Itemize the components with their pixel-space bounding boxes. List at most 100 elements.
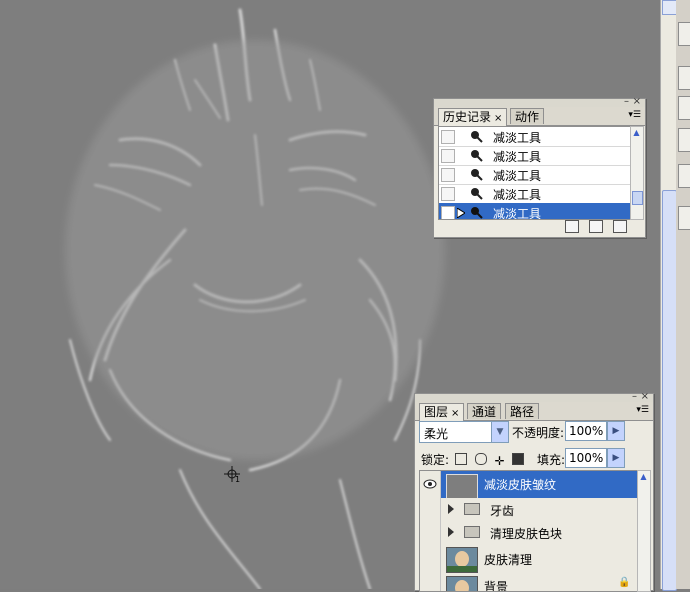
layer-thumbnail	[446, 547, 478, 573]
layer-row[interactable]: 背景 🔒	[420, 573, 638, 591]
toolbar-button-6[interactable]	[678, 206, 690, 230]
lock-options: ✛	[455, 451, 528, 468]
history-source-checkbox[interactable]	[441, 130, 455, 144]
toolbar-button-3[interactable]	[678, 96, 690, 120]
tab-history[interactable]: 历史记录 ×	[438, 108, 508, 126]
layer-list: 减淡皮肤皱纹 牙齿 清理皮肤色块 皮肤清理 背景 🔒	[419, 470, 639, 592]
lock-label: 锁定:	[421, 453, 450, 467]
close-button[interactable]: ×	[641, 391, 649, 402]
tab-actions[interactable]: 动作	[510, 108, 545, 124]
panel-menu-icon[interactable]: ▾☰	[636, 405, 649, 415]
tab-history-label: 历史记录	[443, 110, 492, 124]
tab-close-icon[interactable]: ×	[451, 408, 459, 419]
minimize-button[interactable]: –	[624, 96, 629, 107]
dodge-tool-icon	[469, 205, 483, 219]
lock-pixels-icon[interactable]	[474, 452, 487, 465]
fill-input[interactable]: 100% ▶	[565, 448, 625, 468]
history-item-label: 减淡工具	[493, 188, 542, 202]
eye-icon[interactable]	[420, 471, 441, 498]
layer-name: 牙齿	[490, 504, 515, 518]
close-button[interactable]: ×	[633, 96, 641, 107]
opacity-input[interactable]: 100% ▶	[565, 421, 625, 441]
layers-panel-titlebar[interactable]: – ×	[415, 391, 653, 402]
blend-mode-value: 柔光	[424, 427, 449, 441]
blend-mode-select[interactable]: 柔光 ▼	[419, 421, 509, 443]
opacity-label: 不透明度:	[512, 426, 565, 440]
tab-layers[interactable]: 图层 ×	[419, 403, 465, 421]
history-source-checkbox[interactable]	[441, 149, 455, 163]
toolbar-button-5[interactable]	[678, 164, 690, 188]
trash-icon[interactable]	[613, 220, 627, 233]
history-source-checkbox[interactable]	[441, 206, 455, 219]
layers-tabs: 图层 × 通道 路径 ▾☰	[415, 402, 653, 421]
history-source-checkbox[interactable]	[441, 168, 455, 182]
chevron-down-icon[interactable]: ▼	[491, 422, 508, 442]
dodge-tool-icon	[469, 129, 483, 143]
tab-close-icon[interactable]: ×	[494, 113, 502, 124]
layer-thumbnail	[446, 576, 478, 591]
opacity-value: 100%	[569, 424, 604, 438]
new-document-icon[interactable]	[565, 220, 580, 233]
tab-channels-label: 通道	[472, 405, 497, 419]
history-footer	[559, 220, 627, 234]
lock-position-icon[interactable]: ✛	[495, 454, 505, 468]
toolbar-button-2[interactable]	[678, 66, 690, 90]
history-item-selected[interactable]: 减淡工具	[439, 203, 631, 219]
history-item[interactable]: 减淡工具	[439, 127, 631, 147]
scroll-up-arrow-icon[interactable]: ▲	[639, 472, 648, 481]
layers-scrollbar[interactable]: ▲	[637, 470, 651, 592]
history-scrollbar-thumb[interactable]	[632, 191, 643, 205]
tab-paths-label: 路径	[510, 405, 535, 419]
layer-row-selected[interactable]: 减淡皮肤皱纹	[420, 471, 638, 500]
history-panel-titlebar[interactable]: – ×	[434, 96, 645, 107]
scrollbar-thumb[interactable]	[662, 190, 677, 591]
toolbar-button-4[interactable]	[678, 128, 690, 152]
history-item[interactable]: 减淡工具	[439, 184, 631, 204]
fill-slider-arrow-icon[interactable]: ▶	[607, 448, 625, 468]
tab-layers-label: 图层	[424, 405, 449, 419]
dodge-tool-icon	[469, 167, 483, 181]
layer-name: 减淡皮肤皱纹	[484, 478, 557, 492]
toolbar-button-1[interactable]	[678, 22, 690, 46]
dodge-tool-icon	[469, 148, 483, 162]
scroll-up-arrow-icon[interactable]: ▲	[632, 128, 641, 137]
history-tabs: 历史记录 × 动作 ▾☰	[434, 107, 645, 126]
lock-icon: 🔒	[618, 577, 631, 588]
layer-thumbnail	[446, 474, 478, 500]
history-panel: – × 历史记录 × 动作 ▾☰ 减淡工具 减淡工具 减淡工具 减淡工具 减淡工…	[433, 96, 646, 238]
layer-name: 皮肤清理	[484, 553, 533, 567]
layer-group-row[interactable]: 清理皮肤色块	[420, 521, 638, 545]
opacity-slider-arrow-icon[interactable]: ▶	[607, 421, 625, 441]
history-item[interactable]: 减淡工具	[439, 146, 631, 166]
layer-row[interactable]: 皮肤清理	[420, 544, 638, 574]
layers-panel: – × 图层 × 通道 路径 ▾☰ 柔光 ▼ 不透明度: 100% ▶ 锁定: ✛	[414, 391, 654, 592]
history-source-checkbox[interactable]	[441, 187, 455, 201]
tab-paths[interactable]: 路径	[505, 403, 540, 419]
fill-value: 100%	[569, 451, 604, 465]
expand-triangle-icon[interactable]	[448, 527, 454, 537]
visibility-toggle[interactable]	[420, 521, 441, 544]
visibility-toggle[interactable]	[420, 573, 441, 591]
tab-channels[interactable]: 通道	[467, 403, 502, 419]
scroll-up-arrow-icon[interactable]	[662, 0, 677, 15]
blend-opacity-row: 柔光 ▼ 不透明度: 100% ▶	[419, 421, 649, 443]
history-list: 减淡工具 减淡工具 减淡工具 减淡工具 减淡工具	[438, 126, 632, 220]
visibility-toggle[interactable]	[420, 544, 441, 573]
fill-label: 填充:	[537, 453, 566, 467]
history-scrollbar[interactable]: ▲	[630, 126, 644, 220]
panel-menu-icon[interactable]: ▾☰	[628, 110, 641, 120]
camera-icon[interactable]	[589, 220, 604, 233]
lock-all-icon[interactable]	[512, 452, 525, 465]
tab-actions-label: 动作	[515, 110, 540, 124]
minimize-button[interactable]: –	[632, 391, 637, 402]
history-item[interactable]: 减淡工具	[439, 165, 631, 185]
expand-triangle-icon[interactable]	[448, 504, 454, 514]
visibility-toggle[interactable]	[420, 498, 441, 521]
lock-transparency-icon[interactable]	[455, 452, 467, 465]
layer-name: 清理皮肤色块	[490, 527, 563, 541]
history-item-label: 减淡工具	[493, 150, 542, 164]
layer-group-row[interactable]: 牙齿	[420, 498, 638, 522]
folder-icon	[464, 503, 480, 515]
vertical-scrollbar[interactable]	[660, 0, 677, 591]
folder-icon	[464, 526, 480, 538]
